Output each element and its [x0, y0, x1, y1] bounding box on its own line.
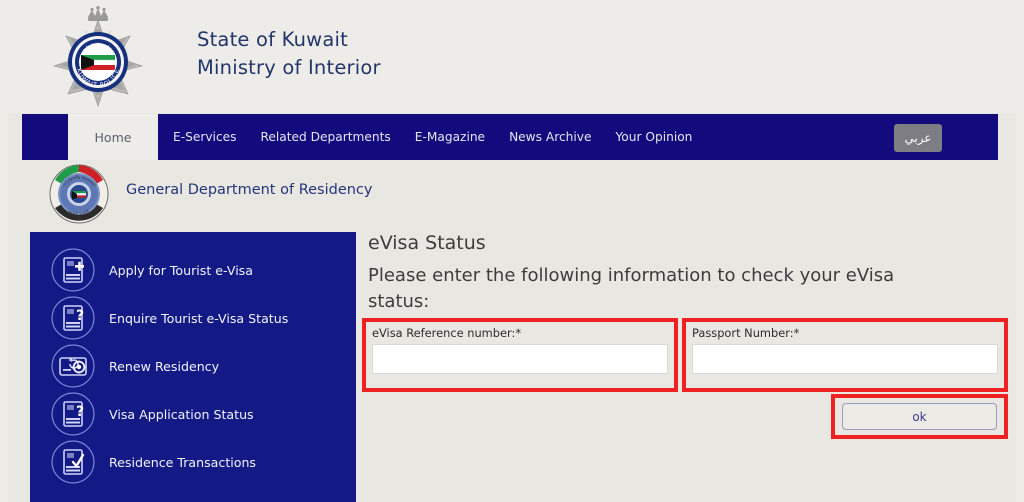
sidebar-item-label: Visa Application Status — [109, 406, 254, 422]
department-banner: الجنسية والجوازات الإقامة العامة General… — [22, 160, 998, 228]
nav-item-your-opinion[interactable]: Your Opinion — [615, 130, 692, 144]
main-navigation: Home E-Services Related Departments E-Ma… — [22, 114, 998, 160]
sidebar-item-label: Residence Transactions — [109, 454, 256, 470]
nav-item-home[interactable]: Home — [68, 114, 158, 160]
nav-item-e-services[interactable]: E-Services — [173, 130, 237, 144]
site-title: State of Kuwait Ministry of Interior — [197, 26, 381, 81]
sidebar-item-label: Apply for Tourist e-Visa — [109, 262, 253, 278]
language-toggle-arabic[interactable]: عربي — [894, 124, 942, 152]
main-content: eVisa Status Please enter the following … — [368, 232, 1008, 314]
page-title: eVisa Status — [368, 232, 486, 254]
nav-item-news-archive[interactable]: News Archive — [509, 130, 591, 144]
ok-submit-button[interactable]: ok — [842, 403, 997, 430]
svg-text:?: ? — [76, 308, 84, 324]
svg-text:?: ? — [76, 404, 84, 420]
sidebar-item-visa-application-status[interactable]: ? Visa Application Status — [30, 390, 356, 438]
document-question-icon: ? — [50, 391, 96, 437]
sidebar-item-enquire-tourist-evisa-status[interactable]: ? Enquire Tourist e-Visa Status — [30, 294, 356, 342]
sidebar-item-label: Renew Residency — [109, 358, 220, 374]
page-subtitle: Please enter the following information t… — [368, 265, 895, 312]
submit-button-group: ok — [831, 394, 1008, 439]
document-plus-icon — [50, 247, 96, 293]
sidebar-item-renew-residency[interactable]: Renew Residency — [30, 342, 356, 390]
document-check-icon — [50, 439, 96, 485]
nav-item-e-magazine[interactable]: E-Magazine — [415, 130, 485, 144]
page-root: وزارة الداخلية KUWAIT POLICE State of Ku… — [0, 0, 1024, 502]
nav-links: E-Services Related Departments E-Magazin… — [173, 114, 692, 160]
sidebar-item-apply-tourist-evisa[interactable]: Apply for Tourist e-Visa — [30, 246, 356, 294]
services-sidebar: Apply for Tourist e-Visa ? Enquire Touri… — [30, 232, 356, 502]
site-title-line1: State of Kuwait — [197, 28, 348, 51]
nav-item-related-departments[interactable]: Related Departments — [261, 130, 391, 144]
page-content-area: وزارة الداخلية KUWAIT POLICE State of Ku… — [8, 0, 1016, 502]
passport-number-input[interactable] — [692, 344, 998, 374]
reference-field-label: eVisa Reference number:* — [372, 326, 522, 340]
site-title-line2: Ministry of Interior — [197, 55, 381, 79]
sidebar-item-label: Enquire Tourist e-Visa Status — [109, 310, 289, 326]
sidebar-item-residence-transactions[interactable]: Residence Transactions — [30, 438, 356, 486]
evisa-reference-number-input[interactable] — [372, 344, 668, 374]
passport-field-label: Passport Number:* — [692, 326, 800, 340]
kuwait-police-crest-icon: وزارة الداخلية KUWAIT POLICE — [44, 6, 152, 110]
passport-field-group: Passport Number:* — [682, 318, 1008, 392]
residency-department-seal-icon: الجنسية والجوازات الإقامة العامة — [48, 163, 110, 225]
card-renew-icon — [50, 343, 96, 389]
evisa-status-form: eVisa Reference number:* Passport Number… — [362, 318, 1008, 392]
department-name: General Department of Residency — [126, 182, 373, 198]
site-header: وزارة الداخلية KUWAIT POLICE State of Ku… — [8, 0, 1016, 113]
reference-field-group: eVisa Reference number:* — [362, 318, 678, 392]
document-question-icon: ? — [50, 295, 96, 341]
